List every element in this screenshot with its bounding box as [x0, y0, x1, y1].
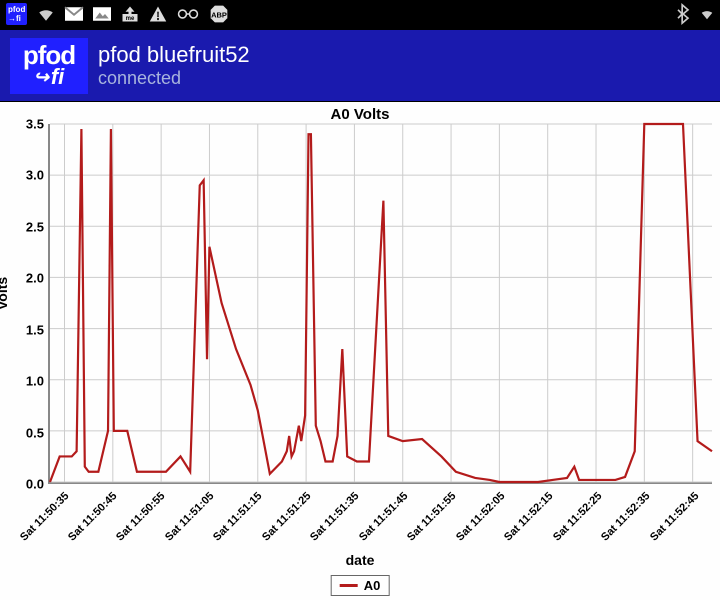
android-status-bar: pfod→fi me ABP — [0, 0, 720, 28]
svg-text:me: me — [126, 16, 135, 22]
x-tick-label: Sat 11:52:25 — [551, 490, 604, 543]
logo-line2: ↪fi — [34, 67, 65, 87]
x-tick-label: Sat 11:51:15 — [211, 490, 264, 543]
chart-title: A0 Volts — [331, 106, 390, 123]
pfod-logo: pfod ↪fi — [10, 38, 88, 94]
y-tick-label: 2.5 — [20, 219, 44, 234]
logo-line1: pfod — [23, 44, 75, 67]
x-tick-label: Sat 11:50:55 — [114, 490, 167, 543]
x-tick-label: Sat 11:51:35 — [308, 490, 361, 543]
x-tick-label: Sat 11:50:45 — [66, 490, 119, 543]
y-tick-label: 3.5 — [20, 117, 44, 132]
bluetooth-icon — [676, 4, 690, 24]
y-tick-label: 0.0 — [20, 477, 44, 492]
warning-icon — [149, 5, 167, 23]
abp-icon: ABP — [209, 4, 229, 24]
header-title: pfod bluefruit52 — [98, 42, 250, 68]
y-tick-label: 2.0 — [20, 271, 44, 286]
photos-icon — [93, 7, 111, 21]
glasses-icon — [177, 8, 199, 20]
y-axis-label: Volts — [0, 277, 10, 310]
svg-text:ABP: ABP — [211, 10, 227, 19]
x-tick-label: Sat 11:51:05 — [163, 490, 216, 543]
x-tick-label: Sat 11:51:55 — [405, 490, 458, 543]
header-subtitle: connected — [98, 68, 250, 89]
app-header: pfod ↪fi pfod bluefruit52 connected — [0, 28, 720, 102]
x-tick-label: Sat 11:52:15 — [502, 490, 555, 543]
x-tick-label: Sat 11:52:35 — [599, 490, 652, 543]
y-tick-label: 3.0 — [20, 168, 44, 183]
chart-area[interactable]: A0 Volts Volts 0.00.51.01.52.02.53.03.5 … — [0, 102, 720, 600]
upload-me-icon: me — [121, 5, 139, 23]
x-tick-label: Sat 11:51:45 — [357, 490, 410, 543]
wifi-signal-icon — [700, 5, 714, 23]
wifi-icon — [37, 5, 55, 23]
y-tick-label: 1.5 — [20, 322, 44, 337]
x-tick-label: Sat 11:50:35 — [18, 490, 71, 543]
x-tick-label: Sat 11:52:45 — [648, 490, 701, 543]
legend-swatch — [340, 584, 358, 587]
gmail-icon — [65, 7, 83, 21]
plot-region[interactable] — [48, 124, 712, 484]
x-tick-label: Sat 11:52:05 — [454, 490, 507, 543]
x-tick-label: Sat 11:51:25 — [260, 490, 313, 543]
y-tick-label: 0.5 — [20, 425, 44, 440]
legend-label: A0 — [364, 578, 381, 593]
x-axis-label: date — [346, 552, 375, 568]
y-tick-label: 1.0 — [20, 374, 44, 389]
pfod-mini-icon: pfod→fi — [6, 3, 27, 25]
chart-legend: A0 — [331, 575, 390, 596]
